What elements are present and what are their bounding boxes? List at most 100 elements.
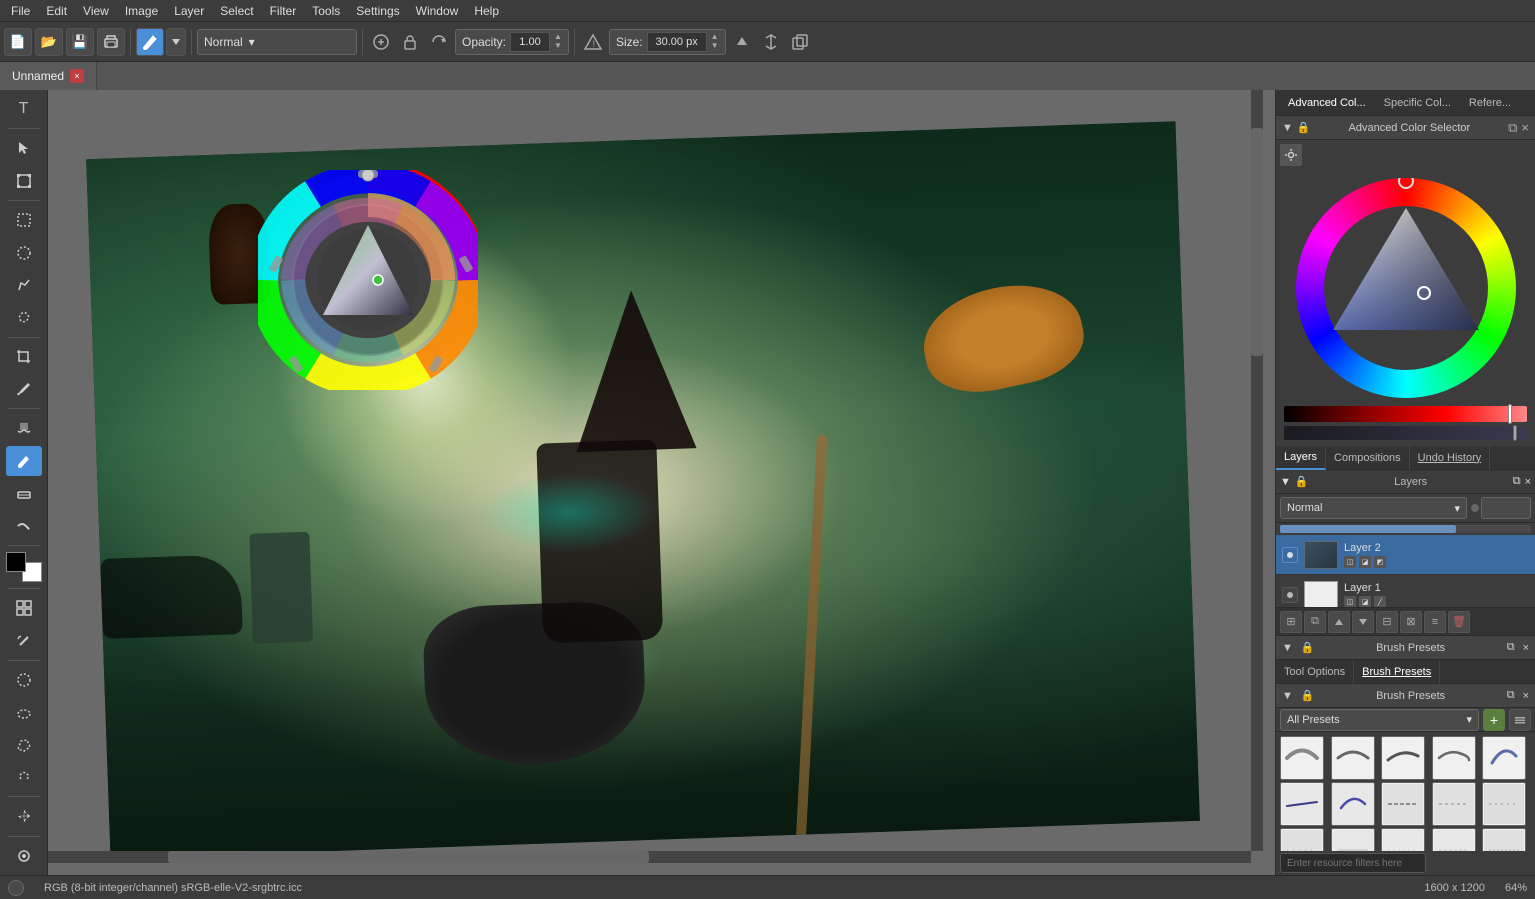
- crop-tool[interactable]: [6, 341, 42, 371]
- brush-preset-7[interactable]: [1331, 782, 1375, 826]
- brush-preset-5[interactable]: [1482, 736, 1526, 780]
- brush-section-close-btn[interactable]: ×: [1523, 690, 1529, 702]
- arrow-button[interactable]: [729, 29, 755, 55]
- freeform-tool[interactable]: [6, 270, 42, 300]
- open-button[interactable]: 📂: [35, 28, 63, 56]
- menu-tools[interactable]: Tools: [305, 2, 347, 20]
- brush-preset-10[interactable]: [1482, 782, 1526, 826]
- panel-color-wheel[interactable]: [1276, 170, 1535, 406]
- undo-history-tab[interactable]: Undo History: [1410, 446, 1491, 470]
- color-dark-bar[interactable]: [1284, 426, 1527, 440]
- color-selector-lock-icon[interactable]: 🔒: [1297, 121, 1311, 134]
- ellipse-select-tool[interactable]: [6, 237, 42, 267]
- brush-preset-9[interactable]: [1432, 782, 1476, 826]
- copy-layer-btn[interactable]: ⧉: [1304, 611, 1326, 633]
- panel-wheel-container[interactable]: [1296, 178, 1516, 398]
- brush-settings[interactable]: [166, 28, 186, 56]
- layer-blend-mode-dropdown[interactable]: Normal ▾: [1280, 497, 1467, 519]
- print-button[interactable]: [97, 28, 125, 56]
- freeselect-tool[interactable]: [6, 762, 42, 792]
- color-selector-settings-btn[interactable]: [1280, 144, 1302, 166]
- brush-filter-input[interactable]: [1280, 853, 1426, 873]
- add-preset-btn[interactable]: +: [1483, 709, 1505, 731]
- brush-close-btn[interactable]: ×: [1523, 642, 1529, 654]
- color-dark-handle[interactable]: [1513, 425, 1517, 441]
- layers-expand-icon[interactable]: ▼: [1280, 476, 1291, 488]
- layers-tab[interactable]: Layers: [1276, 446, 1326, 470]
- color-value-handle[interactable]: [1508, 404, 1512, 424]
- brush-preset-13[interactable]: [1381, 828, 1425, 851]
- brush-preset-1[interactable]: [1280, 736, 1324, 780]
- menu-settings[interactable]: Settings: [349, 2, 406, 20]
- copy-button[interactable]: [787, 29, 813, 55]
- new-button[interactable]: 📄: [4, 28, 32, 56]
- brush-preset-11[interactable]: [1280, 828, 1324, 851]
- polygon-tool[interactable]: [6, 730, 42, 760]
- layer-mask-btn[interactable]: ⊠: [1400, 611, 1422, 633]
- brush-preset-3[interactable]: [1381, 736, 1425, 780]
- color-selector-close-btn[interactable]: ×: [1521, 120, 1529, 135]
- brush-section-lock-icon[interactable]: 🔒: [1301, 689, 1315, 702]
- transform-tool[interactable]: [6, 166, 42, 196]
- brush-lock-icon[interactable]: 🔒: [1301, 641, 1315, 654]
- size-spinner[interactable]: ▲ ▼: [711, 33, 719, 50]
- add-layer-btn[interactable]: ⊞: [1280, 611, 1302, 633]
- brush-preset-4[interactable]: [1432, 736, 1476, 780]
- advanced-color-tab[interactable]: Advanced Col...: [1280, 95, 1374, 111]
- refresh-button[interactable]: [426, 29, 452, 55]
- menu-view[interactable]: View: [76, 2, 116, 20]
- brush-preset-8[interactable]: [1381, 782, 1425, 826]
- brush-section-expand-icon[interactable]: ▼: [1282, 690, 1293, 702]
- color-swatches[interactable]: [6, 552, 42, 582]
- brush-preset-2[interactable]: [1331, 736, 1375, 780]
- menu-image[interactable]: Image: [118, 2, 165, 20]
- layers-lock-icon[interactable]: 🔒: [1295, 475, 1309, 488]
- multibrush-tool[interactable]: [6, 840, 42, 870]
- brush-expand-icon[interactable]: ▼: [1282, 642, 1293, 654]
- color-wheel-svg[interactable]: [258, 170, 478, 390]
- specific-color-tab[interactable]: Specific Col...: [1376, 95, 1459, 111]
- brush-presets-tab[interactable]: Brush Presets: [1354, 660, 1440, 684]
- layer-item-2[interactable]: Layer 2 ◫ ◪ ◩: [1276, 535, 1535, 575]
- brush-section-float-btn[interactable]: ⧉: [1507, 689, 1515, 702]
- compositions-tab[interactable]: Compositions: [1326, 446, 1410, 470]
- brush-tool[interactable]: [6, 446, 42, 476]
- layer-filter-btn[interactable]: ≡: [1424, 611, 1446, 633]
- layer-item-1[interactable]: Layer 1 ◫ ◪ ╱: [1276, 575, 1535, 607]
- brush-tool-active[interactable]: [136, 28, 164, 56]
- menu-filter[interactable]: Filter: [263, 2, 304, 20]
- rectangle-select-tool[interactable]: [6, 205, 42, 235]
- tab-close-button[interactable]: ×: [70, 69, 84, 83]
- menu-edit[interactable]: Edit: [39, 2, 74, 20]
- color-wheel-overlay[interactable]: [258, 170, 478, 390]
- move-tool[interactable]: [6, 801, 42, 831]
- brush-preset-12[interactable]: [1331, 828, 1375, 851]
- layer-down-btn[interactable]: [1352, 611, 1374, 633]
- brush-preset-dropdown[interactable]: All Presets ▾: [1280, 709, 1479, 731]
- menu-file[interactable]: File: [4, 2, 37, 20]
- document-tab[interactable]: Unnamed ×: [0, 62, 97, 90]
- color-selector-expand-icon[interactable]: ▼: [1282, 122, 1293, 134]
- panel-wheel-svg[interactable]: [1296, 178, 1516, 398]
- warning-button[interactable]: !: [580, 29, 606, 55]
- layer-group-btn[interactable]: [1328, 611, 1350, 633]
- opacity-spinner[interactable]: ▲ ▼: [554, 33, 562, 50]
- blend-mode-dropdown[interactable]: Normal ▾: [197, 29, 357, 55]
- circle-tool[interactable]: [6, 665, 42, 695]
- layer-list[interactable]: Layer 2 ◫ ◪ ◩ Layer 1: [1276, 535, 1535, 607]
- lock-alpha-button[interactable]: [397, 29, 423, 55]
- menu-layer[interactable]: Layer: [167, 2, 211, 20]
- canvas-area[interactable]: [48, 90, 1275, 875]
- save-button[interactable]: 💾: [66, 28, 94, 56]
- horizontal-scrollbar-thumb[interactable]: [168, 851, 649, 863]
- foreground-color-swatch[interactable]: [6, 552, 26, 572]
- menu-window[interactable]: Window: [409, 2, 466, 20]
- brush-float-btn[interactable]: ⧉: [1507, 641, 1515, 654]
- size-input[interactable]: [647, 32, 707, 52]
- lasso-tool[interactable]: [6, 302, 42, 332]
- menu-help[interactable]: Help: [467, 2, 506, 20]
- eraser-tool[interactable]: [6, 478, 42, 508]
- delete-layer-btn[interactable]: 🗑: [1448, 611, 1470, 633]
- text-tool[interactable]: T: [6, 94, 42, 124]
- eyedropper-tool[interactable]: [6, 374, 42, 404]
